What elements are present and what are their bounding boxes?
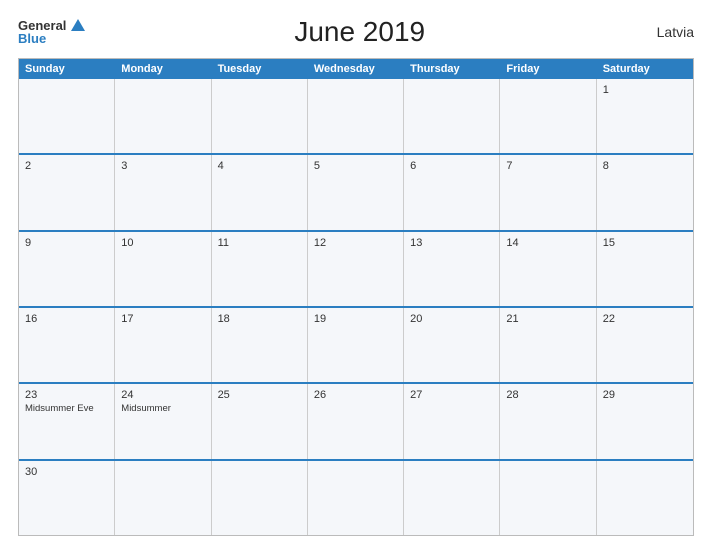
calendar-day: 11	[212, 232, 308, 306]
calendar-day	[404, 461, 500, 535]
calendar-day: 22	[597, 308, 693, 382]
weekday-header-tuesday: Tuesday	[212, 59, 308, 79]
day-number: 22	[603, 313, 687, 325]
calendar-day: 13	[404, 232, 500, 306]
calendar-day	[404, 79, 500, 153]
calendar-day: 2	[19, 155, 115, 229]
calendar-day: 15	[597, 232, 693, 306]
day-event: Midsummer Eve	[25, 403, 108, 415]
calendar-day: 24 Midsummer	[115, 384, 211, 458]
calendar-day: 4	[212, 155, 308, 229]
calendar-day	[597, 461, 693, 535]
day-number: 19	[314, 313, 397, 325]
calendar-week-1: 1	[19, 79, 693, 153]
day-number: 15	[603, 237, 687, 249]
calendar-day: 16	[19, 308, 115, 382]
day-number: 8	[603, 160, 687, 172]
calendar-day	[308, 79, 404, 153]
day-number: 1	[603, 84, 687, 96]
calendar-week-5: 23 Midsummer Eve 24 Midsummer 25 26 27 28 29	[19, 382, 693, 458]
calendar-day	[212, 461, 308, 535]
calendar-day: 18	[212, 308, 308, 382]
calendar-body: 1234567891011121314151617181920212223Mid…	[19, 79, 693, 535]
day-number: 7	[506, 160, 589, 172]
day-number: 26	[314, 389, 397, 401]
calendar-header: SundayMondayTuesdayWednesdayThursdayFrid…	[19, 59, 693, 79]
calendar-day	[500, 79, 596, 153]
weekday-header-friday: Friday	[500, 59, 596, 79]
calendar-day: 28	[500, 384, 596, 458]
weekday-header-wednesday: Wednesday	[308, 59, 404, 79]
day-number: 9	[25, 237, 108, 249]
logo-triangle-icon	[71, 19, 85, 31]
calendar-day: 12	[308, 232, 404, 306]
logo-blue-text: Blue	[18, 32, 85, 45]
calendar-day	[500, 461, 596, 535]
day-number: 12	[314, 237, 397, 249]
day-number: 13	[410, 237, 493, 249]
day-event: Midsummer	[121, 403, 204, 415]
calendar-day: 14	[500, 232, 596, 306]
calendar: SundayMondayTuesdayWednesdayThursdayFrid…	[18, 58, 694, 536]
calendar-title: June 2019	[85, 16, 634, 48]
day-number: 21	[506, 313, 589, 325]
calendar-day: 10	[115, 232, 211, 306]
calendar-day: 7	[500, 155, 596, 229]
day-number: 23	[25, 389, 108, 401]
calendar-day: 26	[308, 384, 404, 458]
calendar-day: 19	[308, 308, 404, 382]
calendar-day	[308, 461, 404, 535]
weekday-header-sunday: Sunday	[19, 59, 115, 79]
calendar-day: 23 Midsummer Eve	[19, 384, 115, 458]
calendar-day: 6	[404, 155, 500, 229]
calendar-week-4: 16 17 18 19 20 21 22	[19, 306, 693, 382]
day-number: 3	[121, 160, 204, 172]
calendar-day	[115, 79, 211, 153]
header: General Blue June 2019 Latvia	[18, 16, 694, 48]
calendar-week-2: 2 3 4 5 6 7 8	[19, 153, 693, 229]
calendar-day: 3	[115, 155, 211, 229]
calendar-day: 21	[500, 308, 596, 382]
day-number: 2	[25, 160, 108, 172]
calendar-day: 20	[404, 308, 500, 382]
day-number: 10	[121, 237, 204, 249]
day-number: 16	[25, 313, 108, 325]
day-number: 11	[218, 237, 301, 249]
day-number: 29	[603, 389, 687, 401]
day-number: 4	[218, 160, 301, 172]
day-number: 14	[506, 237, 589, 249]
calendar-day: 30	[19, 461, 115, 535]
calendar-day: 29	[597, 384, 693, 458]
day-number: 17	[121, 313, 204, 325]
day-number: 25	[218, 389, 301, 401]
weekday-header-saturday: Saturday	[597, 59, 693, 79]
page: General Blue June 2019 Latvia SundayMond…	[0, 0, 712, 550]
logo: General Blue	[18, 19, 85, 45]
calendar-day: 9	[19, 232, 115, 306]
weekday-header-thursday: Thursday	[404, 59, 500, 79]
day-number: 20	[410, 313, 493, 325]
calendar-day: 27	[404, 384, 500, 458]
calendar-day: 25	[212, 384, 308, 458]
calendar-day	[212, 79, 308, 153]
day-number: 30	[25, 466, 108, 478]
day-number: 6	[410, 160, 493, 172]
calendar-day: 17	[115, 308, 211, 382]
calendar-day: 8	[597, 155, 693, 229]
calendar-day: 1	[597, 79, 693, 153]
country-label: Latvia	[634, 24, 694, 40]
day-number: 5	[314, 160, 397, 172]
day-number: 27	[410, 389, 493, 401]
day-number: 18	[218, 313, 301, 325]
calendar-day	[19, 79, 115, 153]
day-number: 24	[121, 389, 204, 401]
calendar-day	[115, 461, 211, 535]
calendar-week-6: 30	[19, 459, 693, 535]
day-number: 28	[506, 389, 589, 401]
calendar-week-3: 9 10 11 12 13 14 15	[19, 230, 693, 306]
weekday-header-monday: Monday	[115, 59, 211, 79]
calendar-day: 5	[308, 155, 404, 229]
